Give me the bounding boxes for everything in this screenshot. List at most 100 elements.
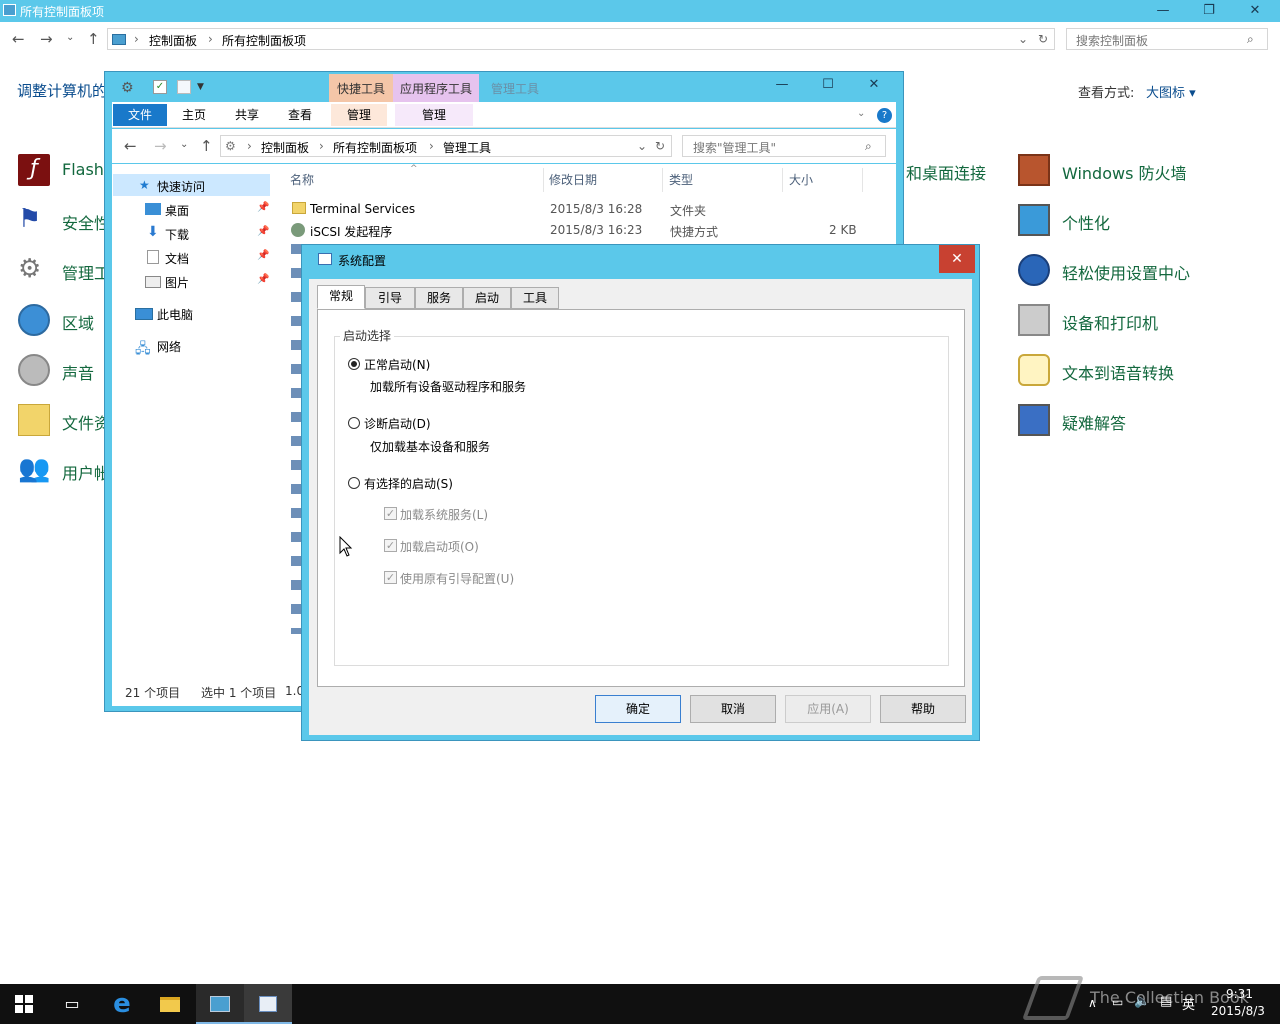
cp-item-flash[interactable]: ƒ Flash [18,152,108,188]
column-date[interactable]: 修改日期 [549,168,663,192]
cp-item-file-history[interactable]: 文件资 [18,402,110,438]
chevron-down-icon[interactable]: ⌄ [637,139,647,153]
tree-item-documents[interactable]: 文档 [165,250,189,267]
view-dropdown[interactable]: 大图标 ▾ [1146,82,1196,101]
network-tray-icon[interactable]: ▭ [1112,995,1123,1009]
normal-startup-label[interactable]: 正常启动(N) [364,356,430,373]
volume-icon[interactable]: 🔈 [1134,994,1150,1009]
ime-indicator[interactable]: 英 [1182,994,1195,1013]
close-button[interactable]: ✕ [1232,0,1278,22]
chevron-down-icon[interactable]: ▼ [197,82,204,92]
chevron-down-icon[interactable]: ⌄ [180,139,188,150]
help-button[interactable]: 帮助 [880,695,966,723]
cp-item-admin-tools[interactable]: ⚙ 管理工 [18,252,110,288]
apply-button[interactable]: 应用(A) [785,695,871,723]
column-size[interactable]: 大小 [789,168,863,192]
control-panel-taskbar-icon[interactable] [196,984,244,1024]
tab-boot[interactable]: 引导 [365,287,415,309]
search-input[interactable]: 搜索"管理工具" ⌕ [682,135,886,157]
address-bar[interactable]: ⚙ › 控制面板 › 所有控制面板项 › 管理工具 ⌄ ↻ [220,135,672,157]
clock-time[interactable]: 9:31 [1226,987,1253,1001]
maximize-button[interactable]: ☐ [805,74,851,100]
tab-general[interactable]: 常规 [317,285,365,309]
pin-icon[interactable]: 📌 [257,202,269,213]
radio-diagnostic-startup[interactable] [348,417,360,429]
pin-icon[interactable]: 📌 [257,274,269,285]
ok-button[interactable]: 确定 [595,695,681,723]
search-input[interactable]: 搜索控制面板 ⌕ [1066,28,1268,50]
cp-item-user-accounts[interactable]: 👥 用户帐 [18,452,110,488]
new-folder-icon[interactable] [177,80,191,94]
breadcrumb-item[interactable]: 所有控制面板项 [333,139,417,156]
notification-icon[interactable]: ▤ [1160,994,1172,1009]
chevron-down-icon[interactable]: ⌄ [857,108,865,119]
forward-icon[interactable]: → [40,30,53,48]
checkmark-icon[interactable]: ✓ [153,80,167,94]
breadcrumb-item[interactable]: 所有控制面板项 [222,32,306,49]
file-explorer-icon[interactable] [146,984,194,1024]
back-icon[interactable]: ← [12,30,25,48]
tab-home[interactable]: 主页 [169,104,219,126]
tree-item-network[interactable]: 网络 [157,338,181,355]
minimize-button[interactable]: — [759,74,805,100]
back-icon[interactable]: ← [124,137,137,155]
forward-icon[interactable]: → [154,137,167,155]
column-name[interactable]: 名称 [288,168,544,192]
restore-button[interactable]: ❐ [1186,0,1232,22]
tab-view[interactable]: 查看 [275,104,325,126]
cp-item-personalization[interactable]: 个性化 [1018,202,1258,238]
refresh-icon[interactable]: ↻ [655,139,665,153]
tab-services[interactable]: 服务 [415,287,463,309]
tree-item-this-pc[interactable]: 此电脑 [157,306,193,323]
task-view-icon[interactable]: ▭ [48,984,96,1024]
checkbox-load-startup-items[interactable]: ✓ [384,539,397,552]
cp-item-devices-printers[interactable]: 设备和打印机 [1018,302,1258,338]
address-bar[interactable]: › 控制面板 › 所有控制面板项 ⌄ ↻ [107,28,1055,50]
cp-item-remote-desktop[interactable]: 和桌面连接 [906,160,986,184]
close-button[interactable]: ✕ [851,74,897,100]
help-icon[interactable]: ? [877,108,892,123]
tab-manage-shortcut[interactable]: 管理 [331,104,387,126]
up-icon[interactable]: ↑ [87,30,100,48]
pin-icon[interactable]: 📌 [257,226,269,237]
breadcrumb-item[interactable]: 管理工具 [443,139,491,156]
clock-date[interactable]: 2015/8/3 [1211,1004,1265,1018]
cp-item-sound[interactable]: 声音 [18,352,108,388]
tree-item-downloads[interactable]: 下载 [165,226,189,243]
cp-item-text-to-speech[interactable]: 文本到语音转换 [1018,352,1258,388]
chevron-down-icon[interactable]: ⌄ [1018,32,1028,46]
properties-icon[interactable]: ⚙ [121,80,134,96]
breadcrumb-item[interactable]: 控制面板 [149,32,197,49]
chevron-down-icon[interactable]: ⌄ [66,32,74,43]
radio-normal-startup[interactable] [348,358,360,370]
edge-icon[interactable]: e [98,984,146,1024]
tab-startup[interactable]: 启动 [463,287,511,309]
msconfig-taskbar-icon[interactable] [244,984,292,1024]
chevron-up-icon[interactable]: ∧ [1088,996,1097,1010]
cp-item-firewall[interactable]: Windows 防火墙 [1018,152,1258,188]
cp-item-ease-of-access[interactable]: 轻松使用设置中心 [1018,252,1258,288]
tab-file[interactable]: 文件 [113,104,167,126]
refresh-icon[interactable]: ↻ [1038,32,1048,46]
pin-icon[interactable]: 📌 [257,250,269,261]
tree-item-pictures[interactable]: 图片 [165,274,189,291]
start-button[interactable] [0,984,48,1024]
tab-share[interactable]: 共享 [221,104,273,126]
up-icon[interactable]: ↑ [200,137,213,155]
cancel-button[interactable]: 取消 [690,695,776,723]
tab-tools[interactable]: 工具 [511,287,559,309]
cp-item-region[interactable]: 区域 [18,302,108,338]
close-button[interactable]: ✕ [939,245,975,273]
checkbox-original-boot-config[interactable]: ✓ [384,571,397,584]
cp-item-troubleshooting[interactable]: 疑难解答 [1018,402,1258,438]
minimize-button[interactable]: — [1140,0,1186,22]
selective-startup-label[interactable]: 有选择的启动(S) [364,475,453,492]
tree-item-desktop[interactable]: 桌面 [165,202,189,219]
cp-item-security[interactable]: ⚑ 安全性 [18,202,110,238]
column-type[interactable]: 类型 [669,168,783,192]
radio-selective-startup[interactable] [348,477,360,489]
tab-manage-app[interactable]: 管理 [395,104,473,126]
checkbox-load-services[interactable]: ✓ [384,507,397,520]
breadcrumb-item[interactable]: 控制面板 [261,139,309,156]
diagnostic-startup-label[interactable]: 诊断启动(D) [364,415,431,432]
